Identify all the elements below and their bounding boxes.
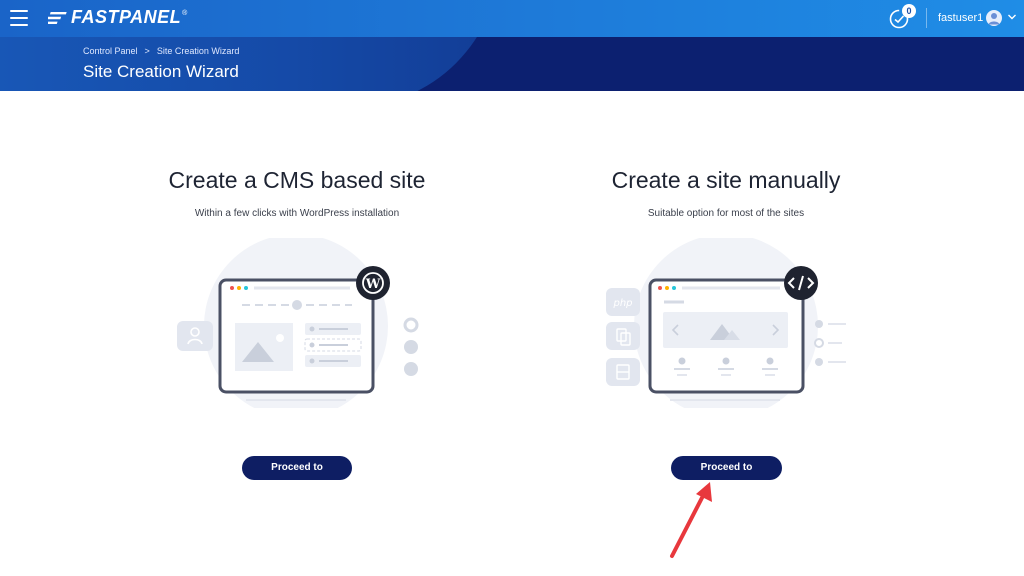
manual-option-description: Suitable option for most of the sites (647, 208, 805, 219)
user-icon (988, 13, 1000, 25)
logo-text: FASTPANEL (71, 7, 182, 27)
manual-option-heading: Create a site manually (611, 167, 841, 193)
annotation-arrow-icon (670, 482, 712, 558)
page-title: Site Creation Wizard (83, 62, 239, 81)
top-bar: FASTPANEL ® 0 fastuser1 (0, 0, 1024, 37)
username[interactable]: fastuser1 (938, 12, 983, 24)
proceed-manual-button[interactable]: Proceed to creating (671, 456, 782, 497)
menu-icon[interactable] (10, 10, 28, 26)
cms-site-illustration: W (177, 238, 419, 408)
svg-text:W: W (365, 277, 381, 292)
cms-site-option: Create a CMS based site Within a few cli… (87, 150, 507, 219)
avatar[interactable] (986, 10, 1002, 26)
breadcrumb-control-panel[interactable]: Control Panel (83, 46, 138, 56)
manual-site-option: Create a site manually Suitable option f… (516, 150, 936, 219)
breadcrumb-current: Site Creation Wizard (156, 46, 240, 56)
header-decoration (0, 37, 500, 91)
breadcrumb-separator: > (144, 46, 150, 56)
manual-site-illustration: php (606, 238, 846, 408)
notifications-badge: 0 (902, 4, 916, 18)
code-icon (784, 266, 818, 300)
php-label: php (612, 298, 632, 309)
cms-option-description: Within a few clicks with WordPress insta… (194, 208, 400, 219)
chevron-down-icon[interactable] (1007, 12, 1017, 22)
wordpress-icon: W (356, 266, 390, 300)
cms-option-heading: Create a CMS based site (168, 167, 426, 193)
registered-mark: ® (182, 10, 188, 17)
fastpanel-logo[interactable]: FASTPANEL ® (48, 7, 187, 28)
breadcrumb: Control Panel > Site Creation Wizard (83, 46, 239, 56)
notifications-button[interactable]: 0 (888, 4, 916, 31)
topbar-divider (926, 8, 927, 28)
proceed-cms-button[interactable]: Proceed to creating (242, 456, 352, 497)
logo-lines-icon (48, 11, 67, 24)
